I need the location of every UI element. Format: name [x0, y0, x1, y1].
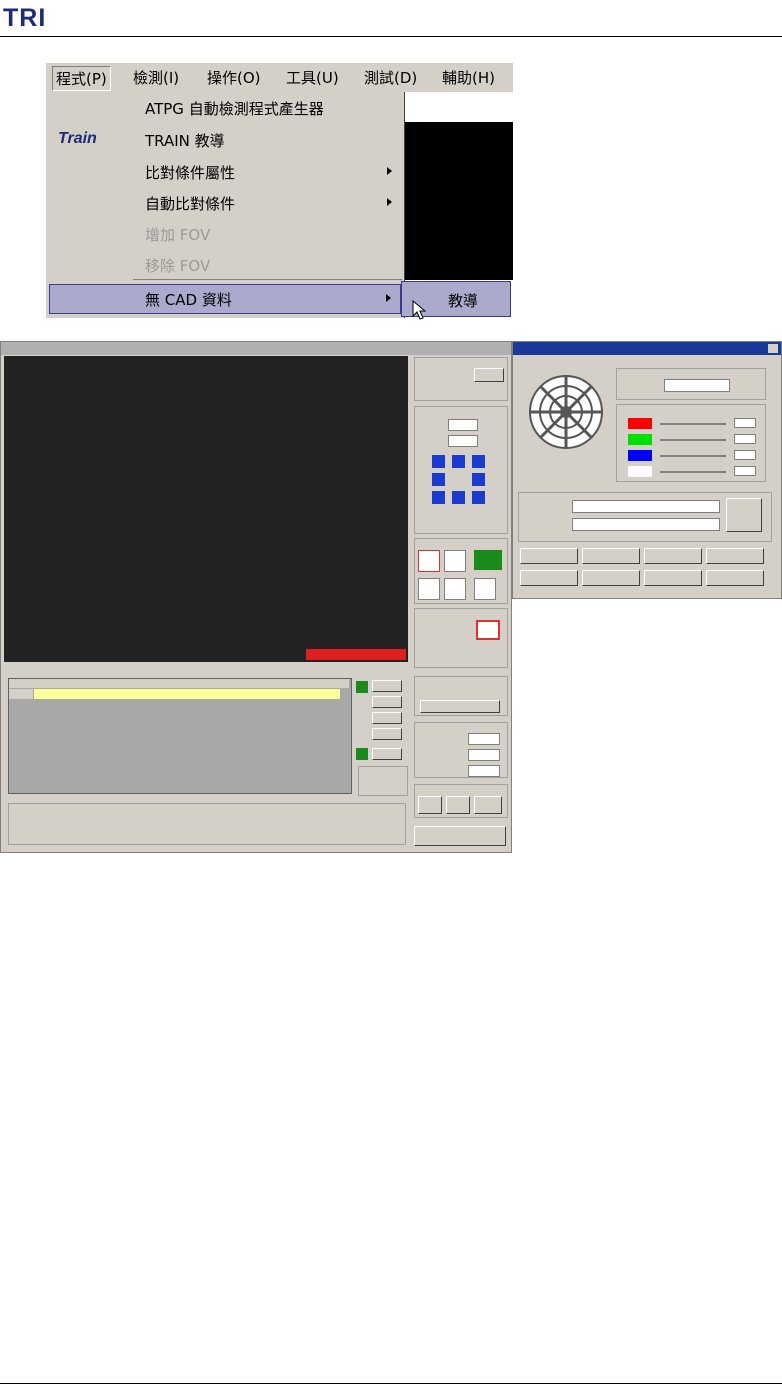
footer-divider: [0, 1383, 782, 1384]
submenu-arrow-icon: [387, 198, 392, 206]
light-dialog-titlebar: [513, 342, 781, 355]
cross-tool-icon[interactable]: [444, 550, 466, 572]
mouse-cursor-icon: [412, 300, 427, 320]
type-field[interactable]: [468, 765, 500, 777]
menu-operate[interactable]: 操作(O): [204, 66, 264, 89]
dropdown-item-no-cad-label: 無 CAD 資料: [145, 291, 232, 309]
prefix-field[interactable]: [468, 733, 500, 745]
row-header: [9, 689, 33, 699]
move-down-left-button[interactable]: [432, 491, 445, 504]
white-slider[interactable]: [660, 471, 726, 473]
sort-group: [358, 766, 408, 796]
new-button[interactable]: [418, 796, 442, 814]
dropdown-item-train[interactable]: TRAIN 教導: [145, 130, 225, 151]
start-number-field[interactable]: [468, 749, 500, 761]
default-button[interactable]: [706, 548, 764, 564]
delete-tool-icon[interactable]: [444, 578, 466, 600]
close-button[interactable]: [414, 826, 506, 846]
x-step-field[interactable]: [448, 419, 478, 431]
dropdown-item-atpg[interactable]: ATPG 自動檢測程式產生器: [145, 98, 324, 119]
blue-slider[interactable]: [660, 455, 726, 457]
rename-button[interactable]: [582, 548, 640, 564]
move-up-left-button[interactable]: [432, 455, 445, 468]
y-step-field[interactable]: [448, 435, 478, 447]
grid-action-button[interactable]: [372, 712, 402, 724]
import-button[interactable]: [446, 796, 470, 814]
submenu-arrow-icon: [387, 167, 392, 175]
options-group: [8, 803, 406, 845]
white-swatch: [628, 466, 652, 477]
submenu-arrow-icon: [386, 294, 391, 302]
red-slider[interactable]: [660, 423, 726, 425]
dropdown-separator: [133, 279, 402, 280]
blue-swatch: [628, 450, 652, 461]
blue-value-field[interactable]: [734, 450, 756, 460]
submenu-teach-label: 教導: [448, 292, 479, 310]
move-up-right-button[interactable]: [472, 455, 485, 468]
move-left-button[interactable]: [432, 473, 445, 486]
save-button[interactable]: [474, 796, 502, 814]
camera-preview: [405, 122, 513, 280]
load-button[interactable]: [644, 570, 702, 586]
menu-program[interactable]: 程式(P): [52, 66, 111, 91]
grid-header: [9, 679, 349, 688]
dropdown-item-compare-attr[interactable]: 比對條件屬性: [145, 162, 235, 183]
grid-action-button[interactable]: [372, 696, 402, 708]
move-up-button[interactable]: [452, 455, 465, 468]
table-row[interactable]: [34, 689, 340, 699]
rect-tool-icon[interactable]: [418, 550, 440, 572]
row-up-button[interactable]: [356, 681, 368, 693]
light-control-button[interactable]: [474, 368, 504, 382]
cad-teach-titlebar: [1, 342, 511, 355]
menu-bar: 程式(P) 檢測(I) 操作(O) 工具(U) 測試(D) 輔助(H): [46, 62, 513, 92]
preset-select[interactable]: [572, 500, 720, 513]
export-button[interactable]: [706, 570, 764, 586]
train-label: Train: [58, 130, 97, 147]
green-value-field[interactable]: [734, 434, 756, 444]
select-all-button[interactable]: [520, 548, 578, 564]
menu-help[interactable]: 輔助(H): [439, 66, 498, 89]
grid-action-button[interactable]: [372, 728, 402, 740]
grid-tool-icon[interactable]: [474, 550, 502, 570]
move-right-button[interactable]: [472, 473, 485, 486]
white-value-field[interactable]: [734, 466, 756, 476]
close-icon[interactable]: [768, 344, 778, 353]
range-select[interactable]: [664, 379, 730, 392]
light-ring-icon: [529, 375, 603, 449]
warning-banner: [306, 649, 406, 660]
move-down-right-button[interactable]: [472, 491, 485, 504]
move-down-button[interactable]: [452, 491, 465, 504]
save-as-button[interactable]: [582, 570, 640, 586]
tri-logo: TRI: [3, 4, 47, 32]
green-swatch: [628, 434, 652, 445]
green-slider[interactable]: [660, 439, 726, 441]
cad-origin-button[interactable]: [476, 620, 500, 640]
row-down-button[interactable]: [356, 748, 368, 760]
red-value-field[interactable]: [734, 418, 756, 428]
store-button[interactable]: [520, 570, 578, 586]
line-tool-icon[interactable]: [418, 578, 440, 600]
header-divider: [0, 36, 782, 37]
menu-test[interactable]: 測試(D): [361, 66, 420, 89]
delete-button[interactable]: [644, 548, 702, 564]
red-swatch: [628, 418, 652, 429]
camera-view: [4, 356, 408, 662]
dropdown-item-add-fov: 增加 FOV: [145, 226, 211, 244]
grid-action-button[interactable]: [372, 748, 402, 760]
dropdown-item-remove-fov: 移除 FOV: [145, 257, 211, 275]
clear-tool-icon[interactable]: [474, 578, 496, 600]
window-strip: [405, 92, 513, 122]
menu-tools[interactable]: 工具(U): [283, 66, 342, 89]
adjust-button[interactable]: [420, 700, 500, 713]
menu-inspect[interactable]: 檢測(I): [130, 66, 182, 89]
normal-button[interactable]: [726, 498, 762, 532]
dropdown-item-auto-compare[interactable]: 自動比對條件: [145, 193, 235, 214]
grid-action-button[interactable]: [372, 680, 402, 692]
comment-field[interactable]: [572, 518, 720, 531]
